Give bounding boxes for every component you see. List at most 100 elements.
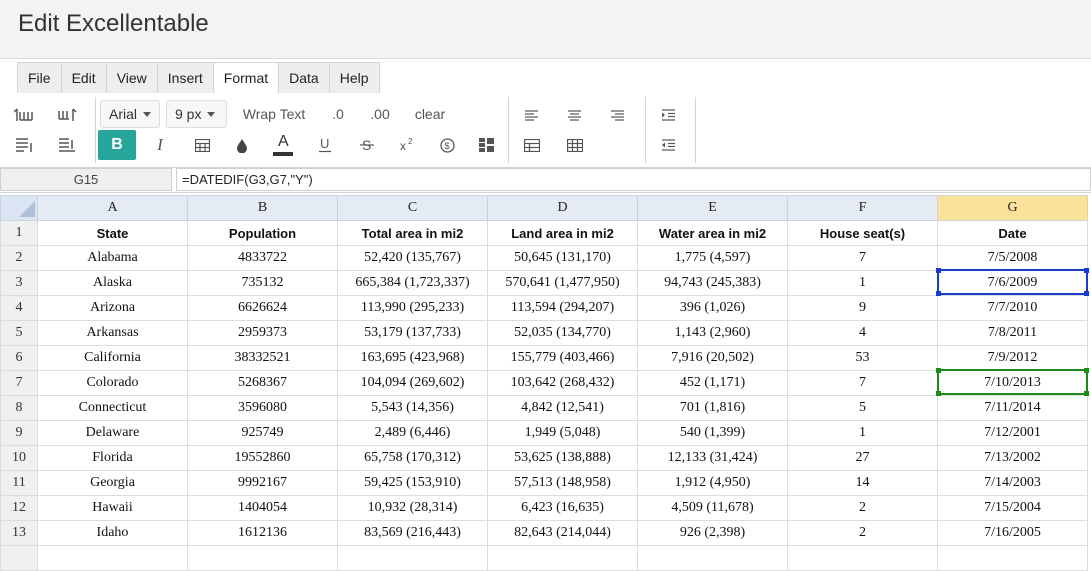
column-header-c[interactable]: C bbox=[337, 195, 488, 221]
cell-f8[interactable]: 5 bbox=[787, 395, 938, 421]
row-header[interactable]: 10 bbox=[0, 445, 38, 471]
wrap-text-button[interactable]: Wrap Text bbox=[236, 103, 312, 125]
cell-a6[interactable]: California bbox=[37, 345, 188, 371]
column-header-f[interactable]: F bbox=[787, 195, 938, 221]
formula-input[interactable]: =DATEDIF(G3,G7,"Y") bbox=[176, 168, 1091, 191]
cell-g10[interactable]: 7/13/2002 bbox=[937, 445, 1088, 471]
cell-e9[interactable]: 540 (1,399) bbox=[637, 420, 788, 446]
cell-a10[interactable]: Florida bbox=[37, 445, 188, 471]
menu-edit[interactable]: Edit bbox=[61, 63, 107, 93]
cell-d5[interactable]: 52,035 (134,770) bbox=[487, 320, 638, 346]
cell-e13[interactable]: 926 (2,398) bbox=[637, 520, 788, 546]
cell-f3[interactable]: 1 bbox=[787, 270, 938, 296]
cell-c13[interactable]: 83,569 (216,443) bbox=[337, 520, 488, 546]
cell-a1[interactable]: State bbox=[37, 220, 188, 246]
row-header[interactable]: 5 bbox=[0, 320, 38, 346]
cell-g14[interactable] bbox=[937, 545, 1088, 571]
cell-f5[interactable]: 4 bbox=[787, 320, 938, 346]
row-header[interactable]: 1 bbox=[0, 220, 38, 246]
cell-a9[interactable]: Delaware bbox=[37, 420, 188, 446]
cell-e12[interactable]: 4,509 (11,678) bbox=[637, 495, 788, 521]
align-right-icon[interactable] bbox=[606, 105, 630, 125]
menu-data[interactable]: Data bbox=[279, 63, 330, 93]
clear-format-button[interactable]: clear bbox=[410, 103, 450, 125]
row-header[interactable]: 11 bbox=[0, 470, 38, 496]
cell-e1[interactable]: Water area in mi2 bbox=[637, 220, 788, 246]
cell-c2[interactable]: 52,420 (135,767) bbox=[337, 245, 488, 271]
text-color-icon[interactable]: A bbox=[271, 129, 295, 159]
cell-f14[interactable] bbox=[787, 545, 938, 571]
cell-f1[interactable]: House seat(s) bbox=[787, 220, 938, 246]
font-family-dropdown[interactable]: Arial bbox=[100, 100, 160, 128]
cell-d2[interactable]: 50,645 (131,170) bbox=[487, 245, 638, 271]
column-header-d[interactable]: D bbox=[487, 195, 638, 221]
cell-b9[interactable]: 925749 bbox=[187, 420, 338, 446]
cell-d9[interactable]: 1,949 (5,048) bbox=[487, 420, 638, 446]
cell-c7[interactable]: 104,094 (269,602) bbox=[337, 370, 488, 396]
cell-g12[interactable]: 7/15/2004 bbox=[937, 495, 1088, 521]
cell-a5[interactable]: Arkansas bbox=[37, 320, 188, 346]
cell-f4[interactable]: 9 bbox=[787, 295, 938, 321]
cell-g7[interactable]: 7/10/2013 bbox=[937, 370, 1088, 396]
cell-b14[interactable] bbox=[187, 545, 338, 571]
cell-e14[interactable] bbox=[637, 545, 788, 571]
superscript-icon[interactable]: x2 bbox=[395, 135, 419, 155]
align-center-icon[interactable] bbox=[563, 105, 587, 125]
cell-d6[interactable]: 155,779 (403,466) bbox=[487, 345, 638, 371]
cell-reference-box[interactable]: G15 bbox=[0, 168, 172, 191]
select-all-corner[interactable] bbox=[0, 195, 38, 221]
cell-b7[interactable]: 5268367 bbox=[187, 370, 338, 396]
cell-b11[interactable]: 9992167 bbox=[187, 470, 338, 496]
cell-e10[interactable]: 12,133 (31,424) bbox=[637, 445, 788, 471]
cell-b3[interactable]: 735132 bbox=[187, 270, 338, 296]
cell-a13[interactable]: Idaho bbox=[37, 520, 188, 546]
cell-f11[interactable]: 14 bbox=[787, 470, 938, 496]
cell-a2[interactable]: Alabama bbox=[37, 245, 188, 271]
cell-b2[interactable]: 4833722 bbox=[187, 245, 338, 271]
increase-decimal-button[interactable]: .00 bbox=[364, 103, 396, 125]
cell-c1[interactable]: Total area in mi2 bbox=[337, 220, 488, 246]
row-header[interactable]: 2 bbox=[0, 245, 38, 271]
row-header[interactable]: 7 bbox=[0, 370, 38, 396]
delete-row-icon[interactable] bbox=[12, 135, 36, 155]
cell-c11[interactable]: 59,425 (153,910) bbox=[337, 470, 488, 496]
row-header[interactable]: 6 bbox=[0, 345, 38, 371]
column-header-g[interactable]: G bbox=[937, 195, 1088, 221]
cell-f12[interactable]: 2 bbox=[787, 495, 938, 521]
outdent-icon[interactable] bbox=[657, 135, 681, 155]
cell-f9[interactable]: 1 bbox=[787, 420, 938, 446]
row-header[interactable]: 9 bbox=[0, 420, 38, 446]
cell-b13[interactable]: 1612136 bbox=[187, 520, 338, 546]
menu-view[interactable]: View bbox=[106, 63, 158, 93]
cell-d13[interactable]: 82,643 (214,044) bbox=[487, 520, 638, 546]
row-header[interactable]: 3 bbox=[0, 270, 38, 296]
cell-g1[interactable]: Date bbox=[937, 220, 1088, 246]
cell-f6[interactable]: 53 bbox=[787, 345, 938, 371]
cell-f2[interactable]: 7 bbox=[787, 245, 938, 271]
cell-e8[interactable]: 701 (1,816) bbox=[637, 395, 788, 421]
cell-d14[interactable] bbox=[487, 545, 638, 571]
bold-button[interactable]: B bbox=[98, 130, 136, 160]
decrease-decimal-button[interactable]: .0 bbox=[325, 103, 351, 125]
cell-b5[interactable]: 2959373 bbox=[187, 320, 338, 346]
underline-icon[interactable]: U bbox=[313, 135, 337, 155]
indent-icon[interactable] bbox=[657, 105, 681, 125]
cell-g9[interactable]: 7/12/2001 bbox=[937, 420, 1088, 446]
merge-cells-icon[interactable] bbox=[520, 135, 544, 155]
cell-g6[interactable]: 7/9/2012 bbox=[937, 345, 1088, 371]
cell-e2[interactable]: 1,775 (4,597) bbox=[637, 245, 788, 271]
cell-b4[interactable]: 6626624 bbox=[187, 295, 338, 321]
conditional-format-icon[interactable] bbox=[474, 135, 498, 155]
cell-e6[interactable]: 7,916 (20,502) bbox=[637, 345, 788, 371]
cell-f7[interactable]: 7 bbox=[787, 370, 938, 396]
cell-e11[interactable]: 1,912 (4,950) bbox=[637, 470, 788, 496]
cell-d1[interactable]: Land area in mi2 bbox=[487, 220, 638, 246]
cell-c4[interactable]: 113,990 (295,233) bbox=[337, 295, 488, 321]
cell-b12[interactable]: 1404054 bbox=[187, 495, 338, 521]
cell-a3[interactable]: Alaska bbox=[37, 270, 188, 296]
insert-column-icon[interactable] bbox=[55, 105, 79, 125]
borders-icon[interactable] bbox=[190, 135, 214, 155]
cell-a4[interactable]: Arizona bbox=[37, 295, 188, 321]
insert-row-above-icon[interactable] bbox=[12, 105, 36, 125]
menu-help[interactable]: Help bbox=[329, 63, 379, 93]
